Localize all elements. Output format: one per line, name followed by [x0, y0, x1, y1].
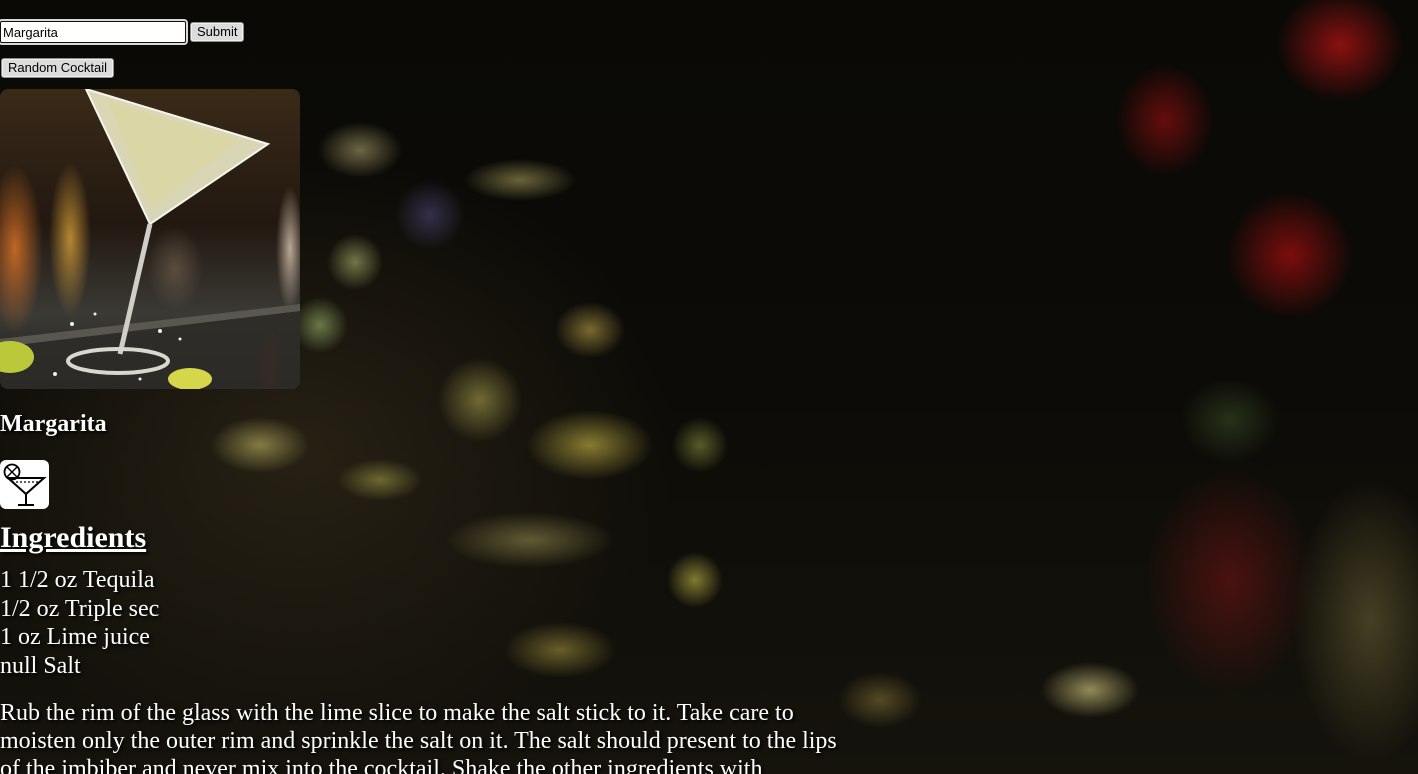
ingredients-list: 1 1/2 oz Tequila 1/2 oz Triple sec 1 oz …: [0, 566, 159, 680]
ingredient-item: 1/2 oz Triple sec: [0, 595, 160, 622]
search-input[interactable]: [0, 19, 188, 45]
ingredient-item: null Salt: [0, 652, 81, 679]
cocktail-name: Margarita: [0, 411, 107, 437]
ingredient-item: 1 1/2 oz Tequila: [0, 567, 155, 593]
instructions-text: Rub the rim of the glass with the lime s…: [0, 700, 837, 774]
ingredient-item: 1 oz Lime juice: [0, 624, 150, 650]
submit-button[interactable]: Submit: [190, 22, 245, 42]
search-form: Submit: [0, 19, 245, 45]
ingredients-heading: Ingredients: [0, 521, 147, 554]
cocktail-photo: [0, 89, 300, 389]
random-cocktail-button[interactable]: Random Cocktail: [1, 58, 114, 78]
martini-glass-photo: [0, 89, 300, 389]
martini-glass-icon: [0, 460, 49, 509]
